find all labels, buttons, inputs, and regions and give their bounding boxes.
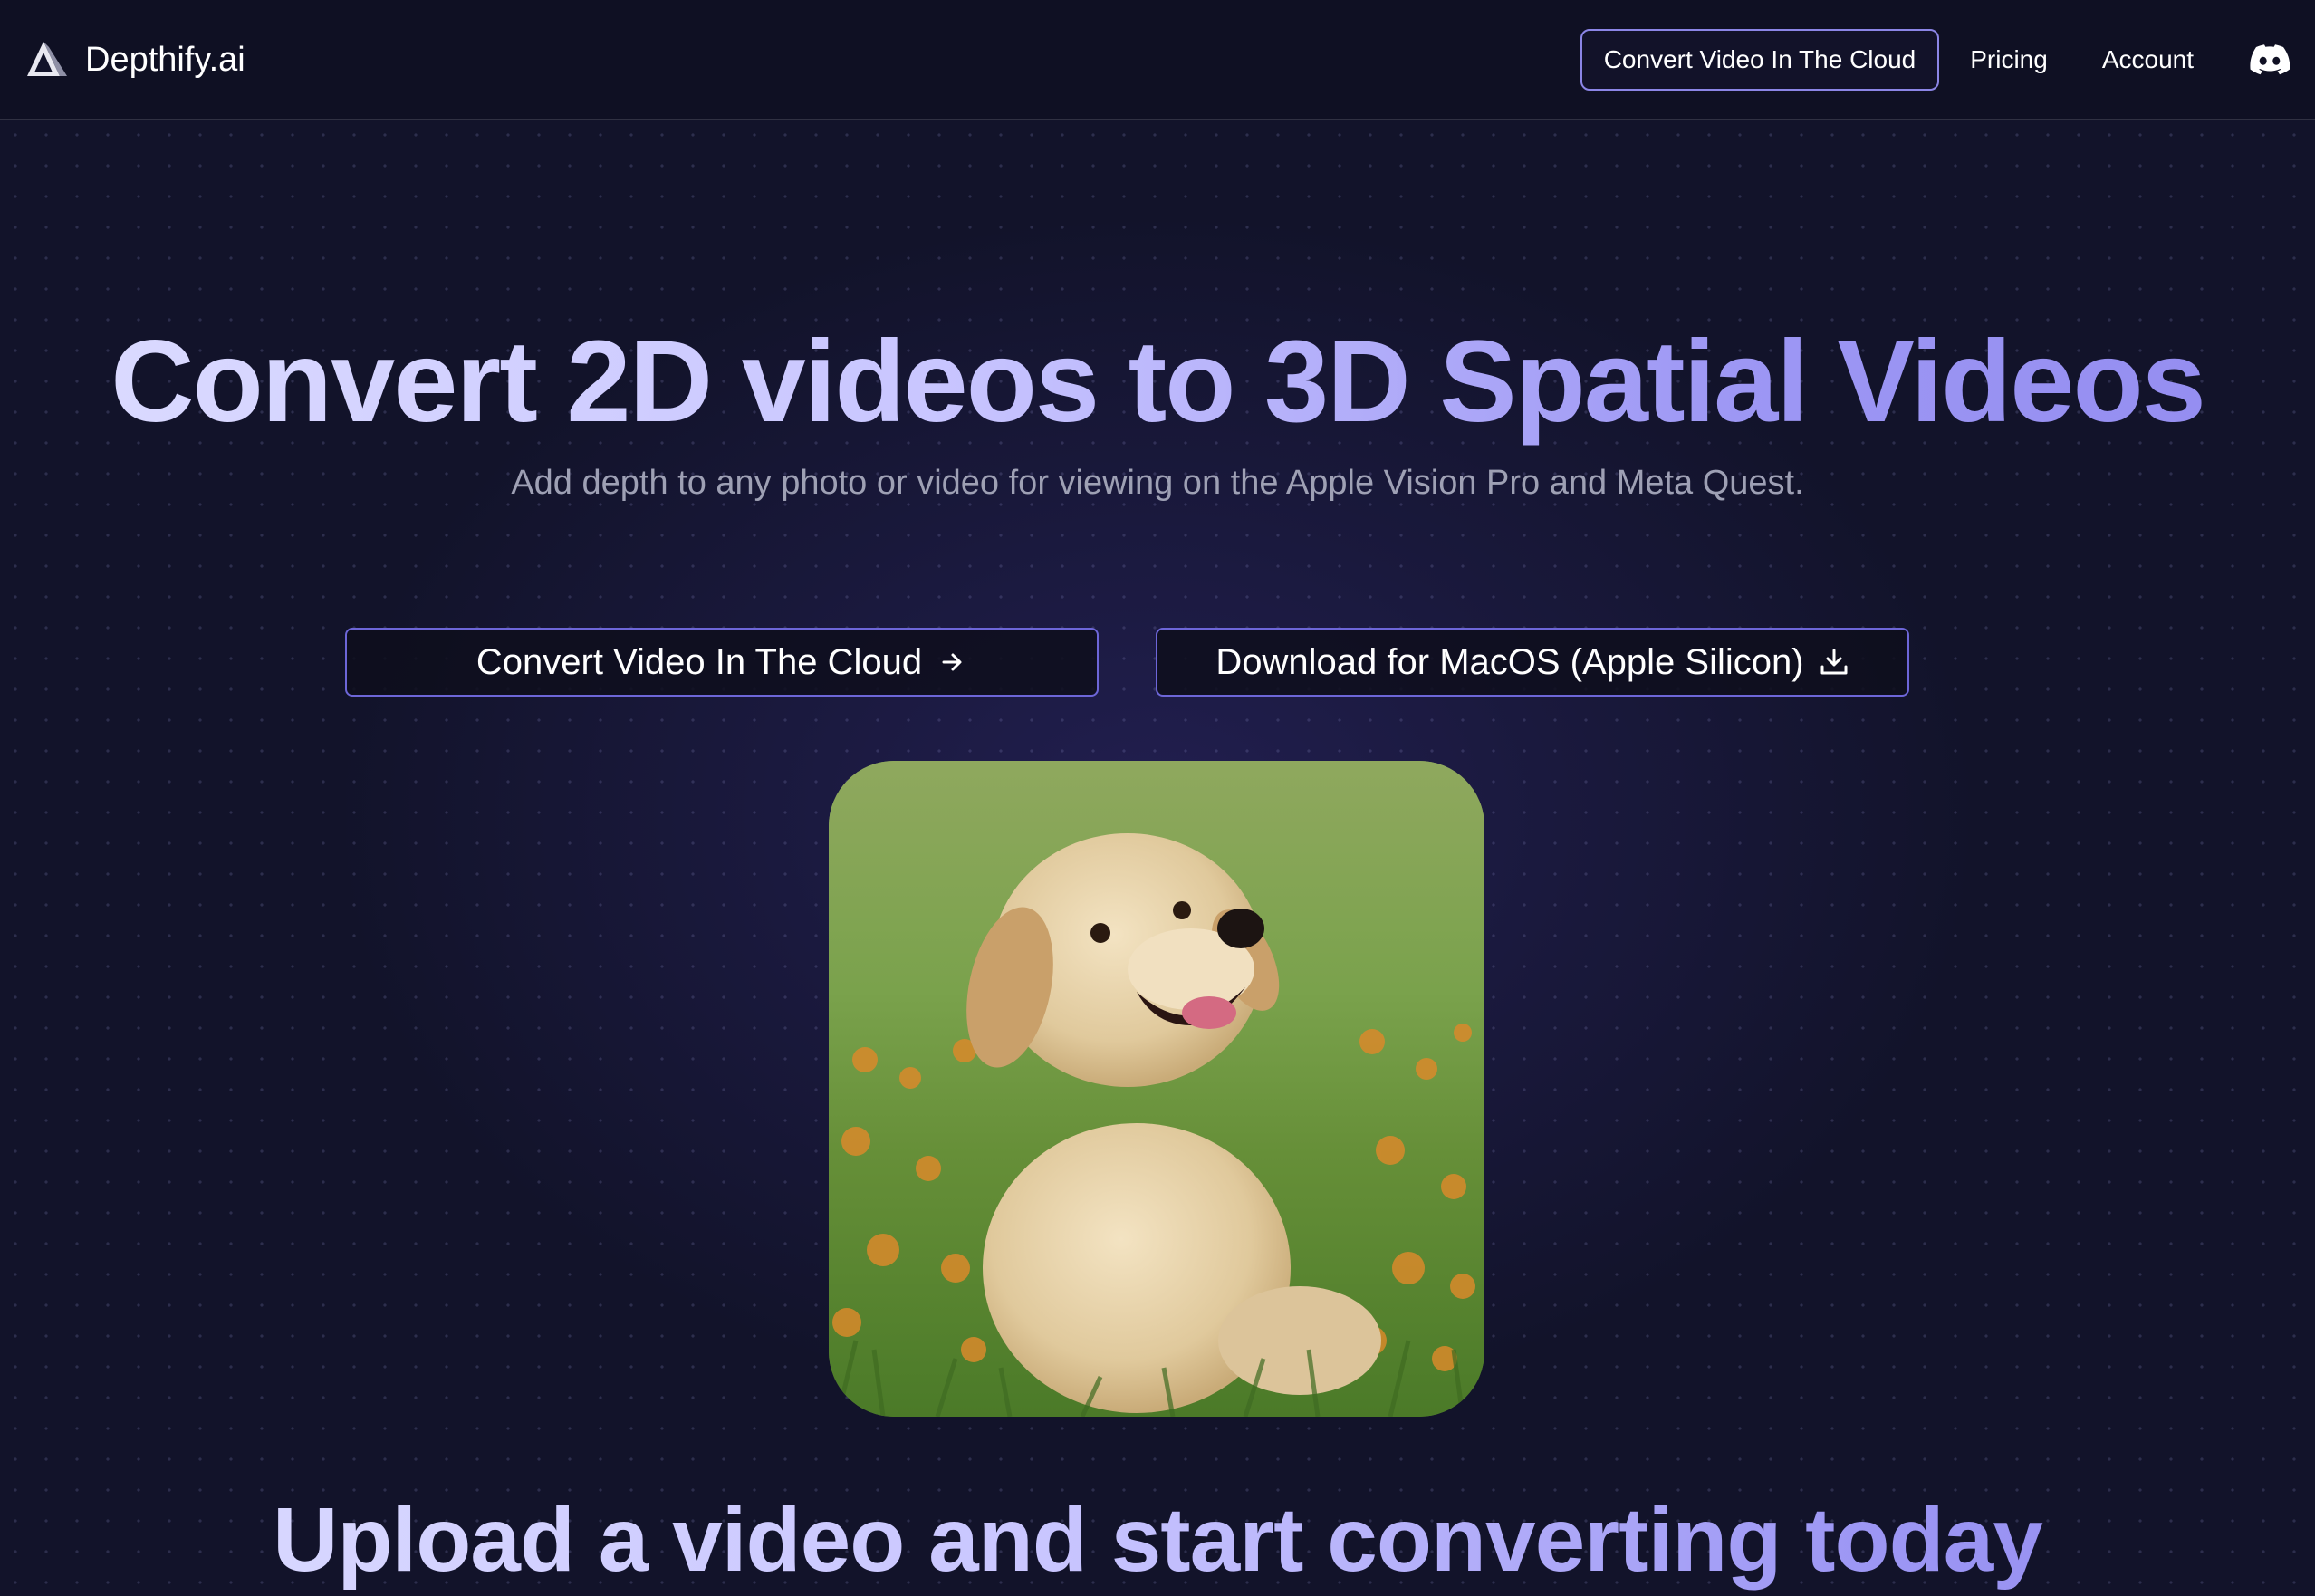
page: Depthify.ai Convert Video In The Cloud P…: [0, 0, 2315, 1596]
convert-cloud-label: Convert Video In The Cloud: [475, 641, 923, 682]
nav-account-link[interactable]: Account: [2102, 45, 2194, 74]
hero-subtitle: Add depth to any photo or video for view…: [511, 464, 1804, 502]
nav-menu: Convert Video In The Cloud Pricing Accou…: [1580, 27, 2290, 92]
brand-link[interactable]: Depthify.ai: [25, 34, 245, 85]
nav-convert-cloud-button[interactable]: Convert Video In The Cloud: [1580, 29, 1940, 91]
arrow-right-icon: [937, 647, 967, 678]
hero-title: Convert 2D videos to 3D Spatial Videos: [0, 315, 2315, 449]
download-macos-button[interactable]: Download for MacOS (Apple Silicon): [1156, 628, 1909, 697]
puppy-demo-image: [829, 761, 1484, 1417]
upload-section-title: Upload a video and start converting toda…: [0, 1485, 2315, 1594]
convert-cloud-button[interactable]: Convert Video In The Cloud: [345, 628, 1099, 697]
top-navbar: Depthify.ai Convert Video In The Cloud P…: [0, 0, 2315, 120]
discord-icon[interactable]: [2250, 43, 2290, 76]
brand-name: Depthify.ai: [85, 40, 245, 79]
nav-pricing-link[interactable]: Pricing: [1970, 45, 2048, 74]
depthify-logo-icon: [25, 40, 69, 80]
download-icon: [1819, 647, 1849, 678]
download-macos-label: Download for MacOS (Apple Silicon): [1215, 641, 1804, 682]
